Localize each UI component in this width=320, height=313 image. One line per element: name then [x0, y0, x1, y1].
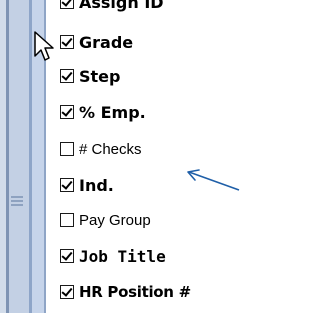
list-item-num-checks[interactable]: # Checks	[60, 138, 240, 160]
checkbox-hr-position[interactable]	[60, 285, 74, 299]
checkbox-label: Step	[79, 66, 121, 86]
checkbox-job-title[interactable]	[60, 249, 74, 263]
list-item-assign-id[interactable]: Assign ID	[60, 0, 240, 13]
column-field-list: Assign ID Grade Step % Emp. # Checks Ind…	[60, 0, 240, 313]
checkbox-label: Assign ID	[79, 0, 164, 12]
list-item-grade[interactable]: Grade	[60, 31, 240, 53]
list-item-pay-group[interactable]: Pay Group	[60, 209, 240, 231]
checkbox-label: HR Position #	[79, 283, 191, 301]
checkbox-label: Grade	[79, 32, 134, 52]
checkbox-pct-emp[interactable]	[60, 105, 74, 119]
list-item-step[interactable]: Step	[60, 65, 240, 87]
checkbox-grade[interactable]	[60, 35, 74, 49]
list-item-pct-emp[interactable]: % Emp.	[60, 101, 240, 123]
mouse-pointer-icon	[34, 31, 54, 61]
checkbox-pay-group[interactable]	[60, 213, 74, 227]
list-item-job-title[interactable]: Job Title	[60, 245, 240, 267]
checkbox-label: Pay Group	[79, 211, 151, 229]
annotation-arrow-icon	[187, 169, 240, 191]
checkbox-label: # Checks	[79, 140, 142, 158]
checkbox-step[interactable]	[60, 69, 74, 83]
screen: Assign ID Grade Step % Emp. # Checks Ind…	[0, 0, 240, 313]
checkbox-ind[interactable]	[60, 178, 74, 192]
checkbox-label: % Emp.	[79, 102, 146, 122]
checkbox-label: Ind.	[79, 175, 114, 195]
checkbox-num-checks[interactable]	[60, 142, 74, 156]
splitter-grip-icon[interactable]	[11, 196, 23, 210]
list-item-hr-position[interactable]: HR Position #	[60, 281, 240, 303]
splitter-bar[interactable]	[9, 0, 29, 313]
checkbox-assign-id[interactable]	[60, 0, 74, 9]
checkbox-label: Job Title	[79, 246, 166, 266]
